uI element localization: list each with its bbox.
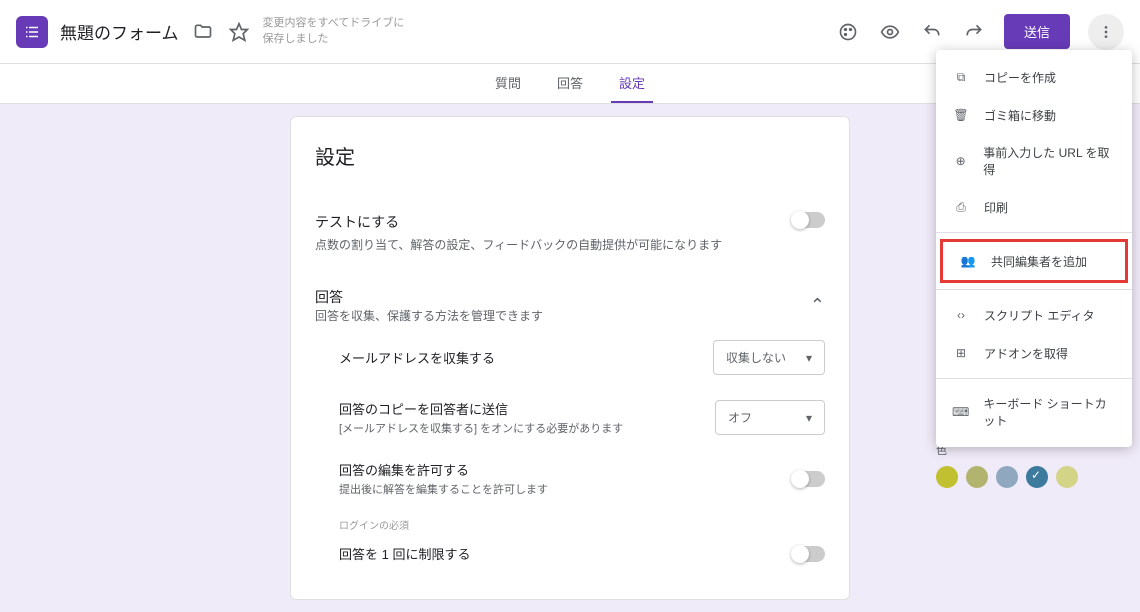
send-copy-row: 回答のコピーを回答者に送信 [メールアドレスを収集する] をオンにする必要があり… bbox=[315, 387, 825, 448]
settings-card: 設定 テストにする 点数の割り当て、解答の設定、フィードバックの自動提供が可能に… bbox=[290, 116, 850, 600]
limit-one-row: 回答を 1 回に制限する bbox=[315, 532, 825, 575]
color-swatch[interactable] bbox=[1026, 466, 1048, 488]
redo-icon[interactable] bbox=[962, 20, 986, 44]
allow-edit-row: 回答の編集を許可する 提出後に解答を編集することを許可します bbox=[315, 448, 825, 509]
send-copy-desc: [メールアドレスを収集する] をオンにする必要があります bbox=[339, 420, 715, 436]
form-title[interactable]: 無題のフォーム bbox=[60, 19, 179, 44]
send-copy-label: 回答のコピーを回答者に送信 bbox=[339, 399, 715, 418]
addon-icon: ⊞ bbox=[952, 344, 970, 362]
color-swatch[interactable] bbox=[936, 466, 958, 488]
make-test-desc: 点数の割り当て、解答の設定、フィードバックの自動提供が可能になります bbox=[315, 236, 793, 253]
star-icon[interactable] bbox=[227, 20, 251, 44]
responses-section-title: 回答 bbox=[315, 287, 543, 307]
chevron-down-icon: ▾ bbox=[806, 351, 812, 365]
forms-logo[interactable] bbox=[16, 16, 48, 48]
limit-one-toggle[interactable] bbox=[793, 546, 825, 562]
collect-email-row: メールアドレスを収集する 収集しない▾ bbox=[315, 328, 825, 387]
chevron-down-icon: ▾ bbox=[806, 411, 812, 425]
make-test-toggle[interactable] bbox=[793, 212, 825, 228]
menu-trash[interactable]: 🗑ゴミ箱に移動 bbox=[936, 96, 1132, 134]
make-test-label: テストにする bbox=[315, 212, 793, 232]
tab-settings[interactable]: 設定 bbox=[611, 64, 653, 103]
card-title: 設定 bbox=[315, 141, 825, 170]
menu-copy[interactable]: ⧉コピーを作成 bbox=[936, 58, 1132, 96]
collect-email-dropdown[interactable]: 収集しない▾ bbox=[713, 340, 825, 375]
menu-addon[interactable]: ⊞アドオンを取得 bbox=[936, 334, 1132, 372]
copy-icon: ⧉ bbox=[952, 68, 970, 86]
palette-icon[interactable] bbox=[836, 20, 860, 44]
link-icon: ⊕ bbox=[952, 152, 969, 170]
allow-edit-desc: 提出後に解答を編集することを許可します bbox=[339, 481, 793, 497]
color-swatch[interactable] bbox=[996, 466, 1018, 488]
allow-edit-toggle[interactable] bbox=[793, 471, 825, 487]
keyboard-icon: ⌨ bbox=[952, 403, 969, 421]
folder-icon[interactable] bbox=[191, 20, 215, 44]
tab-responses[interactable]: 回答 bbox=[549, 64, 591, 103]
menu-script[interactable]: ‹›スクリプト エディタ bbox=[936, 296, 1132, 334]
undo-icon[interactable] bbox=[920, 20, 944, 44]
send-copy-dropdown[interactable]: オフ▾ bbox=[715, 400, 825, 435]
color-swatch[interactable] bbox=[1056, 466, 1078, 488]
print-icon: ⎙ bbox=[952, 198, 970, 216]
trash-icon: 🗑 bbox=[952, 106, 970, 124]
save-status: 変更内容をすべてドライブに保存しました bbox=[263, 16, 405, 47]
color-swatches bbox=[936, 466, 1132, 488]
overflow-menu: ⧉コピーを作成 🗑ゴミ箱に移動 ⊕事前入力した URL を取得 ⎙印刷 👥共同編… bbox=[936, 50, 1132, 447]
people-icon: 👥 bbox=[959, 252, 977, 270]
color-swatch[interactable] bbox=[966, 466, 988, 488]
more-menu-button[interactable] bbox=[1088, 14, 1124, 50]
menu-shortcut[interactable]: ⌨キーボード ショートカット bbox=[936, 385, 1132, 439]
login-required-note: ログインの必須 bbox=[315, 517, 825, 532]
collect-email-label: メールアドレスを収集する bbox=[339, 348, 713, 367]
menu-print[interactable]: ⎙印刷 bbox=[936, 188, 1132, 226]
menu-prefill[interactable]: ⊕事前入力した URL を取得 bbox=[936, 134, 1132, 188]
menu-add-collaborator[interactable]: 👥共同編集者を追加 bbox=[940, 239, 1128, 283]
allow-edit-label: 回答の編集を許可する bbox=[339, 460, 793, 479]
chevron-up-icon[interactable]: ⌃ bbox=[810, 295, 825, 316]
tab-questions[interactable]: 質問 bbox=[487, 64, 529, 103]
preview-icon[interactable] bbox=[878, 20, 902, 44]
make-test-row: テストにする 点数の割り当て、解答の設定、フィードバックの自動提供が可能になりま… bbox=[315, 198, 825, 267]
send-button[interactable]: 送信 bbox=[1004, 14, 1070, 49]
responses-section-desc: 回答を収集、保護する方法を管理できます bbox=[315, 307, 543, 324]
limit-one-label: 回答を 1 回に制限する bbox=[339, 544, 793, 563]
code-icon: ‹› bbox=[952, 306, 970, 324]
